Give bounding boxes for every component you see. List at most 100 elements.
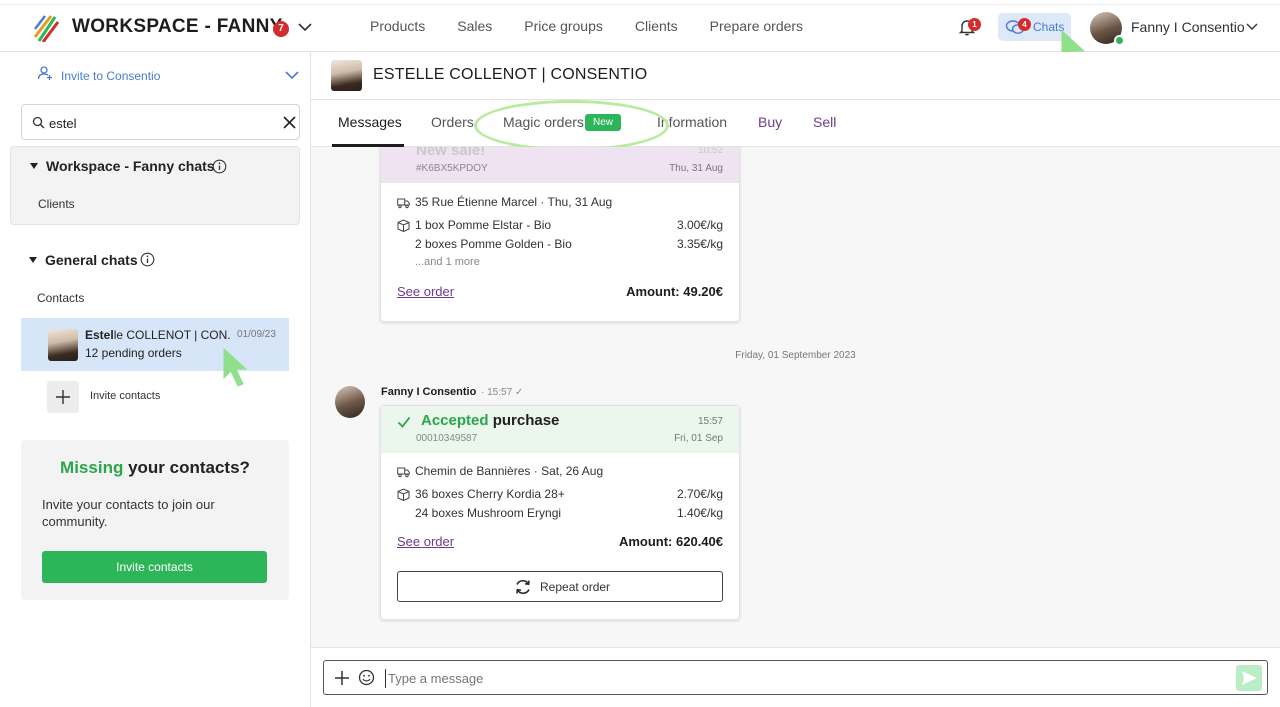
logo-icon[interactable] bbox=[33, 15, 60, 42]
collapse-triangle-icon[interactable] bbox=[29, 257, 37, 263]
order-card-title: Accepted purchase bbox=[421, 412, 560, 429]
message-input[interactable] bbox=[385, 669, 1185, 688]
main-nav: Products Sales Price groups Clients Prep… bbox=[370, 18, 835, 34]
avatar bbox=[48, 329, 78, 361]
nav-products[interactable]: Products bbox=[370, 18, 425, 34]
sidebar: Invite to Consentio Workspace - Fanny ch… bbox=[0, 52, 311, 707]
order-card-new-sale: New sale! #K6BX5KPDOY 10:52 Thu, 31 Aug … bbox=[380, 147, 740, 322]
chevron-down-icon[interactable] bbox=[297, 20, 313, 34]
order-time: 10:52 bbox=[697, 147, 723, 156]
message-composer bbox=[323, 660, 1268, 695]
check-icon bbox=[397, 416, 411, 428]
order-card-header: New sale! #K6BX5KPDOY 10:52 Thu, 31 Aug bbox=[381, 147, 739, 183]
workspace-group-sub[interactable]: Clients bbox=[38, 197, 75, 211]
chat-search bbox=[21, 104, 300, 140]
workspace-group-title[interactable]: Workspace - Fanny chats bbox=[46, 158, 215, 174]
info-icon[interactable] bbox=[140, 252, 155, 267]
see-order-link[interactable]: See order bbox=[397, 284, 454, 299]
invite-to-consentio-link[interactable]: Invite to Consentio bbox=[61, 69, 160, 83]
general-group-sub[interactable]: Contacts bbox=[37, 291, 84, 305]
workspace-badge: 7 bbox=[273, 21, 289, 37]
sender-name: Fanny I Consentio bbox=[381, 386, 477, 398]
date-separator: Friday, 01 September 2023 bbox=[735, 350, 856, 361]
order-line-item: 24 boxes Mushroom Eryngi bbox=[415, 506, 562, 520]
tab-sell[interactable]: Sell bbox=[813, 114, 836, 130]
send-icon bbox=[1242, 671, 1257, 685]
box-icon bbox=[397, 488, 410, 501]
order-card-accepted: Accepted purchase 00010349587 15:57 Fri,… bbox=[380, 405, 740, 620]
nav-price-groups[interactable]: Price groups bbox=[524, 18, 603, 34]
order-line-item: 36 boxes Cherry Kordia 28+ bbox=[415, 487, 565, 501]
order-line-item: 2 boxes Pomme Golden - Bio bbox=[415, 237, 572, 251]
contact-date: 01/09/23 bbox=[237, 329, 276, 340]
order-id: #K6BX5KPDOY bbox=[416, 163, 488, 174]
order-amount: Amount: 49.20€ bbox=[626, 284, 723, 299]
tab-orders[interactable]: Orders bbox=[431, 114, 474, 130]
order-date: Fri, 01 Sep bbox=[674, 433, 723, 444]
user-name[interactable]: Fanny I Consentio bbox=[1131, 19, 1245, 35]
tab-messages[interactable]: Messages bbox=[338, 114, 402, 130]
contact-pending-orders: 12 pending orders bbox=[85, 346, 182, 360]
add-contact-button[interactable] bbox=[47, 381, 79, 413]
workspace-title[interactable]: WORKSPACE - FANNY bbox=[72, 16, 283, 38]
see-order-link[interactable]: See order bbox=[397, 534, 454, 549]
composer-bar bbox=[311, 647, 1280, 707]
search-icon bbox=[32, 116, 45, 129]
general-group-title[interactable]: General chats bbox=[45, 252, 138, 268]
chat-tabs: Messages Orders Magic orders New Informa… bbox=[311, 100, 1280, 147]
workspace-chats-group: Workspace - Fanny chats Clients bbox=[10, 146, 300, 225]
info-icon[interactable] bbox=[212, 159, 227, 174]
close-icon[interactable] bbox=[282, 115, 297, 130]
highlight-annotation bbox=[474, 100, 669, 151]
avatar bbox=[335, 386, 365, 418]
avatar[interactable] bbox=[331, 60, 362, 91]
order-card-header: Accepted purchase 00010349587 15:57 Fri,… bbox=[381, 406, 739, 453]
delivery-address: 35 Rue Étienne Marcel · Thu, 31 Aug bbox=[415, 195, 613, 209]
chevron-down-icon[interactable] bbox=[284, 69, 300, 81]
search-input[interactable] bbox=[49, 114, 269, 132]
messages-area[interactable]: New sale! #K6BX5KPDOY 10:52 Thu, 31 Aug … bbox=[311, 147, 1280, 647]
emoji-icon[interactable] bbox=[358, 669, 375, 686]
box-icon bbox=[397, 219, 410, 232]
order-line-price: 1.40€/kg bbox=[676, 506, 723, 520]
tab-buy[interactable]: Buy bbox=[758, 114, 782, 130]
missing-contacts-card: Missing your contacts? Invite your conta… bbox=[21, 440, 289, 600]
sender-time: · 15:57 ✓ bbox=[481, 387, 524, 398]
contact-row-estelle[interactable]: Estelle COLLENOT | CON... 01/09/23 12 pe… bbox=[21, 318, 289, 371]
nav-prepare-orders[interactable]: Prepare orders bbox=[710, 18, 803, 34]
nav-sales[interactable]: Sales bbox=[457, 18, 492, 34]
plus-icon bbox=[56, 390, 70, 404]
order-more-items: ...and 1 more bbox=[415, 256, 480, 268]
top-bar: WORKSPACE - FANNY 7 Products Sales Price… bbox=[0, 0, 1280, 69]
repeat-order-button[interactable]: Repeat order bbox=[397, 571, 723, 602]
collapse-triangle-icon[interactable] bbox=[30, 163, 38, 169]
send-button[interactable] bbox=[1236, 665, 1262, 691]
chat-header: ESTELLE COLLENOT | CONSENTIO bbox=[311, 52, 1280, 100]
chat-title[interactable]: ESTELLE COLLENOT | CONSENTIO bbox=[373, 66, 647, 84]
top-strip bbox=[0, 0, 1280, 5]
invite-user-icon[interactable] bbox=[37, 65, 53, 81]
delivery-address: Chemin de Bannières · Sat, 26 Aug bbox=[415, 464, 604, 478]
repeat-icon bbox=[516, 580, 530, 594]
order-card-title: New sale! bbox=[416, 147, 486, 159]
order-line-price: 2.70€/kg bbox=[676, 487, 723, 501]
contact-name: Estelle COLLENOT | CON... bbox=[85, 328, 231, 342]
chevron-down-icon[interactable] bbox=[1245, 21, 1259, 33]
truck-icon bbox=[397, 467, 410, 478]
order-date: Thu, 31 Aug bbox=[669, 163, 723, 174]
order-line-item: 1 box Pomme Elstar - Bio bbox=[415, 218, 552, 232]
online-status-dot bbox=[1114, 35, 1125, 46]
invite-contacts-button[interactable]: Invite contacts bbox=[42, 551, 267, 583]
plus-icon[interactable] bbox=[334, 670, 350, 686]
repeat-order-label: Repeat order bbox=[540, 580, 611, 594]
order-amount: Amount: 620.40€ bbox=[618, 534, 723, 549]
truck-icon bbox=[397, 198, 410, 209]
chats-badge: 4 bbox=[1018, 18, 1031, 31]
cursor-arrow-icon bbox=[223, 348, 248, 387]
nav-clients[interactable]: Clients bbox=[635, 18, 678, 34]
order-line-price: 3.35€/kg bbox=[676, 237, 723, 251]
order-id: 00010349587 bbox=[416, 433, 478, 444]
invite-contacts-link[interactable]: Invite contacts bbox=[90, 390, 160, 402]
missing-contacts-text: Invite your contacts to join our communi… bbox=[42, 497, 215, 529]
missing-contacts-title: Missing your contacts? bbox=[60, 458, 250, 477]
